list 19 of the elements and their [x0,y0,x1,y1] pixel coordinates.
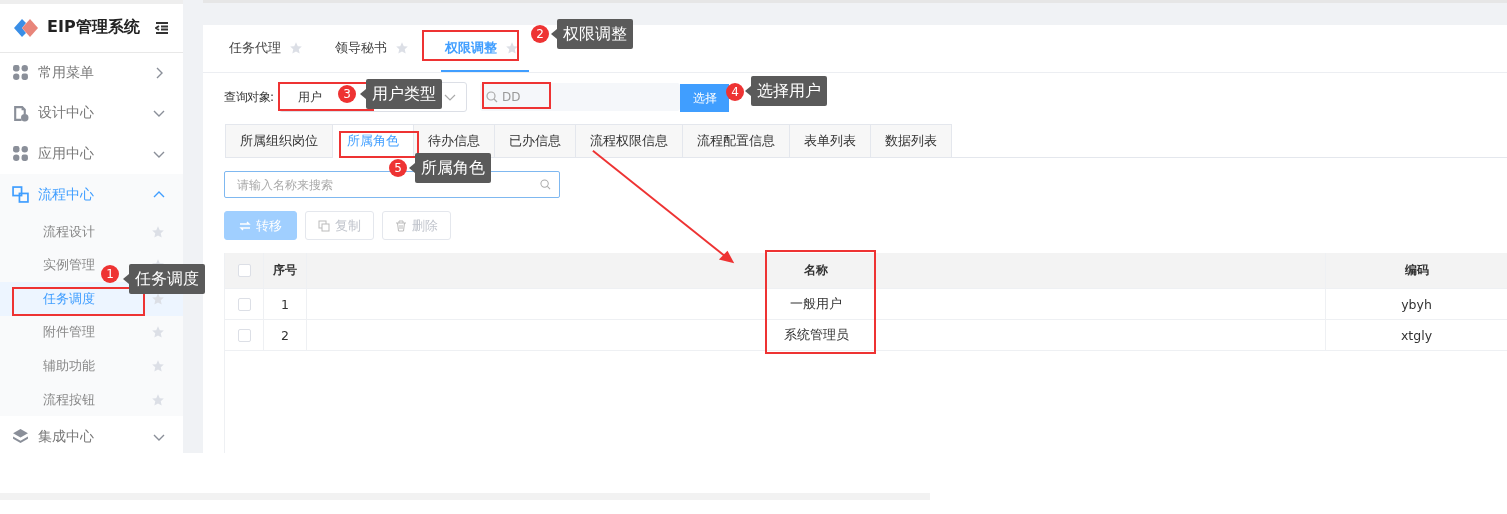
column-header: 编码 [1403,262,1430,279]
step-tooltip: 权限调整 [557,19,633,49]
step-badge: 5 [389,159,407,177]
step-badge: 2 [531,25,549,43]
step-badge: 3 [338,85,356,103]
table-cell-text: ybyh [1400,295,1433,314]
table-cell: 1 [264,289,307,319]
step-tooltip: 任务调度 [129,264,205,294]
table-cell-text: xtgly [1399,326,1434,345]
step-badge: 4 [726,83,744,101]
query-label: 查询对象: [224,88,275,106]
step-tooltip: 所属角色 [415,153,491,183]
step-tooltip: 选择用户 [751,76,827,106]
column-header: 序号 [264,253,307,288]
table-cell: 一般用户 [307,289,1326,319]
table-cell: 2 [264,320,307,350]
step-tooltip: 用户类型 [366,79,442,109]
app-title: EIP管理系统 [47,17,141,39]
table-cell: 系统管理员 [307,320,1326,350]
